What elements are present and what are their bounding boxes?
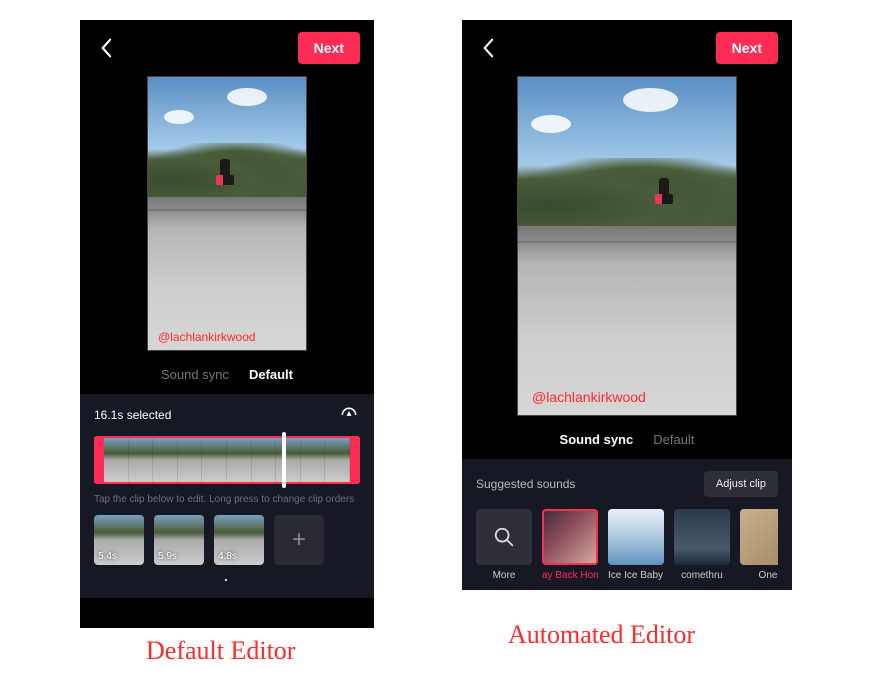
clip-duration: 5.4s [98,551,117,562]
watermark-text: @lachlankirkwood [158,330,256,344]
suggested-sounds-label: Suggested sounds [476,477,575,491]
preview-container: @lachlankirkwood [80,76,374,361]
clip-duration: 5.9s [158,551,177,562]
search-icon [493,526,515,548]
sound-item[interactable]: ay Back Home [542,509,598,581]
tab-sound-sync[interactable]: Sound sync [161,367,229,382]
scene-ramp [148,197,306,350]
scene-ramp [518,226,736,415]
phone-automated-editor: Next @lachlankirkwood Sound sync Default… [462,20,792,590]
sound-item[interactable]: One [740,509,778,581]
tab-default[interactable]: Default [249,367,293,382]
sound-label: ay Back Home [542,570,598,581]
tab-default[interactable]: Default [653,432,694,447]
tab-sound-sync[interactable]: Sound sync [560,432,634,447]
caption-automated-editor: Automated Editor [508,620,695,650]
video-preview[interactable]: @lachlankirkwood [147,76,307,351]
chevron-left-icon [481,38,495,58]
speed-button[interactable] [338,404,360,426]
next-button[interactable]: Next [716,32,778,64]
selection-row: 16.1s selected [94,404,360,426]
sound-cover[interactable] [674,509,730,565]
top-bar: Next [80,20,374,76]
next-button[interactable]: Next [298,32,360,64]
scene-rider [659,178,673,204]
page-indicator: · [94,565,360,590]
clip-list: 5.4s 5.9s 4.8s + [94,515,360,565]
scene-rider [220,159,234,185]
sound-label: More [493,570,516,581]
sounds-header-row: Suggested sounds Adjust clip [476,471,778,497]
back-button[interactable] [476,36,500,60]
add-clip-button[interactable]: + [274,515,324,565]
sound-cover[interactable] [740,509,778,565]
caption-default-editor: Default Editor [146,636,295,666]
clip-thumb[interactable]: 4.8s [214,515,264,565]
back-button[interactable] [94,36,118,60]
sound-label: One [759,570,778,581]
sound-label: Ice Ice Baby ( [608,570,664,581]
sound-item[interactable]: comethru [674,509,730,581]
default-editor-panel: 16.1s selected Tap the clip below to edi… [80,394,374,598]
speedometer-icon [339,405,359,425]
video-preview[interactable]: @lachlankirkwood [517,76,737,416]
clip-duration: 4.8s [218,551,237,562]
phone-default-editor: Next @lachlankirkwood Sound sync Default… [80,20,374,628]
clip-thumb[interactable]: 5.4s [94,515,144,565]
mode-tabs: Sound sync Default [462,426,792,459]
sound-cover[interactable] [542,509,598,565]
sound-item[interactable]: Ice Ice Baby ( [608,509,664,581]
top-bar: Next [462,20,792,76]
sounds-scroller[interactable]: More ay Back Home Ice Ice Baby ( comethr… [476,509,778,581]
chevron-left-icon [99,38,113,58]
timeline-trimmer[interactable] [94,436,360,484]
mode-tabs: Sound sync Default [80,361,374,394]
edit-hint-text: Tap the clip below to edit. Long press t… [94,494,360,505]
sound-item-more[interactable]: More [476,509,532,581]
clip-thumb[interactable]: 5.9s [154,515,204,565]
duration-selected-label: 16.1s selected [94,408,171,422]
more-sounds-cover[interactable] [476,509,532,565]
sound-sync-panel: Suggested sounds Adjust clip More ay Bac… [462,459,792,590]
sound-cover[interactable] [608,509,664,565]
playhead[interactable] [282,432,286,488]
adjust-clip-button[interactable]: Adjust clip [704,471,778,497]
plus-icon: + [292,526,306,554]
watermark-text: @lachlankirkwood [532,389,646,405]
sound-label: comethru [681,570,723,581]
preview-container: @lachlankirkwood [462,76,792,426]
